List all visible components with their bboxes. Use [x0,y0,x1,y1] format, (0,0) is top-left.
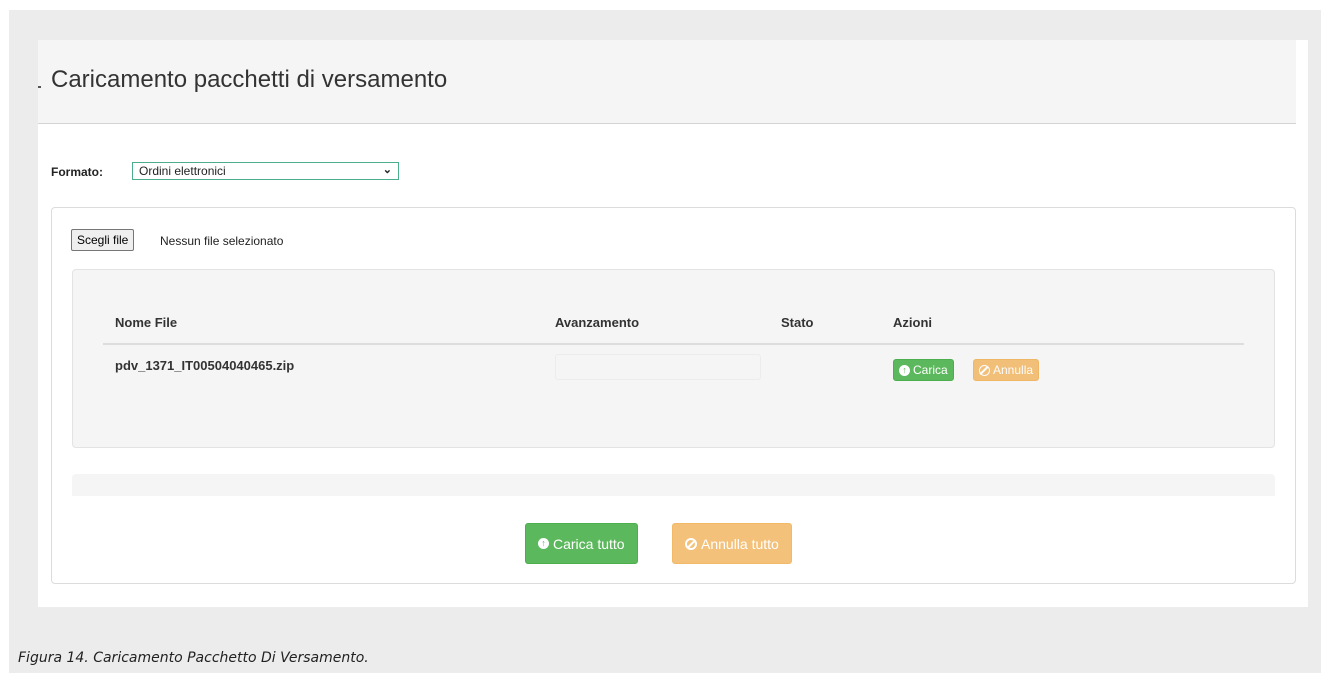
column-header-file-name: Nome File [115,315,178,330]
chevron-down-icon: ⌄ [382,164,392,176]
file-progress-bar [555,354,761,380]
ban-icon [685,537,697,550]
upload-panel: Scegli file Nessun file selezionato Nome… [51,207,1296,584]
table-header-divider [103,343,1244,345]
cancel-file-label: Annulla [993,363,1034,377]
formato-selected-value: Ordini elettronici [139,164,226,178]
upload-file-label: Carica [913,363,948,377]
upload-all-button[interactable]: ↑ Carica tutto [525,523,638,564]
page-title: Caricamento pacchetti di versamento [51,66,448,93]
cancel-all-label: Annulla tutto [701,535,779,552]
column-header-actions: Azioni [893,315,932,330]
upload-file-button[interactable]: ↑ Carica [893,359,954,381]
choose-file-button[interactable]: Scegli file [71,229,135,251]
formato-label: Formato: [51,165,103,179]
upload-all-label: Carica tutto [553,535,625,552]
column-header-progress: Avanzamento [555,315,640,330]
circle-arrow-up-icon: ↑ [538,538,549,549]
cancel-all-button[interactable]: Annulla tutto [672,523,792,564]
formato-select[interactable]: Ordini elettronici ⌄ [132,162,399,180]
header-marker [38,86,41,88]
cancel-file-button[interactable]: Annulla [973,359,1040,381]
ban-icon [979,364,990,376]
total-progress-bar [72,474,1275,496]
screenshot: Caricamento pacchetti di versamento Form… [38,40,1308,607]
column-header-status: Stato [781,315,814,330]
panel-header: Caricamento pacchetti di versamento [38,40,1296,124]
file-status-text: Nessun file selezionato [160,234,284,248]
file-name-cell: pdv_1371_IT00504040465.zip [115,358,295,373]
figure-caption: Figura 14. Caricamento Pacchetto Di Vers… [18,650,369,666]
circle-arrow-up-icon: ↑ [899,364,910,376]
files-table: Nome File Avanzamento Stato Azioni pdv_1… [72,269,1275,448]
